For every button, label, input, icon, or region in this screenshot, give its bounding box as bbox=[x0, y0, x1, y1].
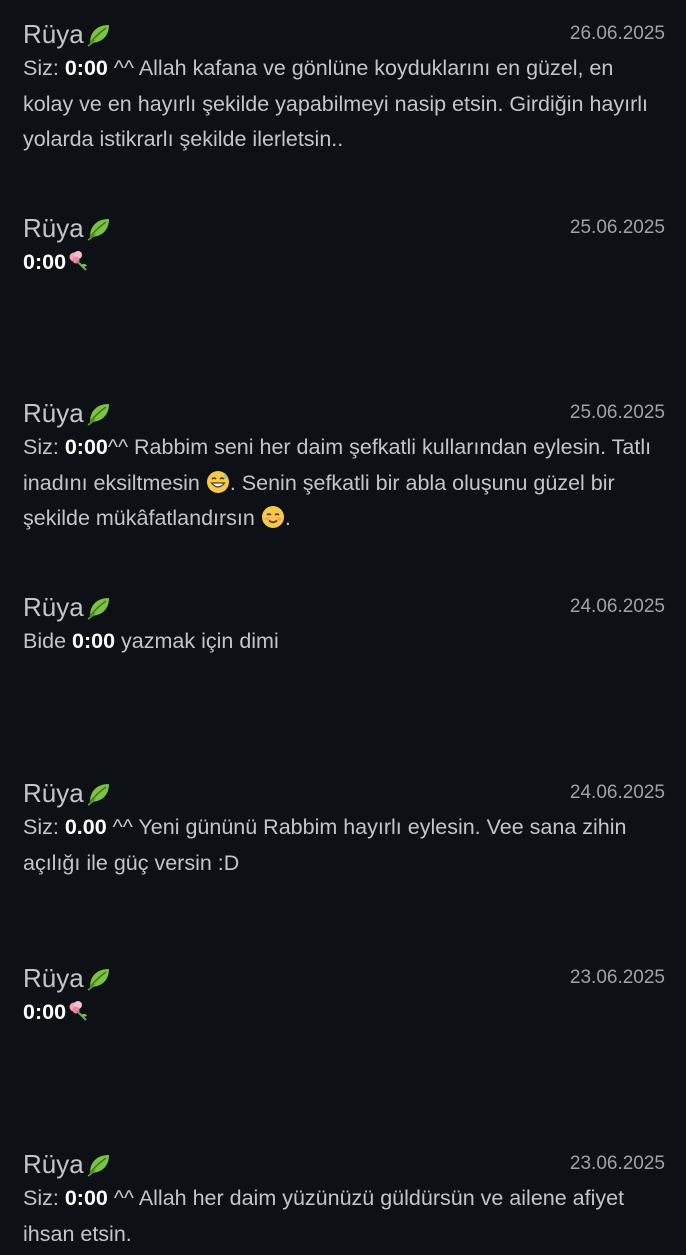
contact-name: Rüya bbox=[23, 1148, 112, 1180]
leaf-icon bbox=[87, 969, 109, 991]
message-date: 23.06.2025 bbox=[569, 1153, 665, 1174]
message-preview: Siz: 0:00^^ Rabbim seni her daim şefkatl… bbox=[23, 435, 652, 530]
message-date: 24.06.2025 bbox=[569, 782, 665, 803]
leaf-icon bbox=[87, 1155, 109, 1177]
contact-name: Rüya bbox=[23, 18, 112, 50]
conversation-header: Rüya 23.06.2025 bbox=[23, 962, 665, 994]
time-value: 0:00 bbox=[23, 250, 67, 274]
contact-name: Rüya bbox=[23, 777, 112, 809]
contact-name: Rüya bbox=[23, 591, 112, 623]
message-preview: Siz: 0.00 ^^ Yeni gününü Rabbim hayırlı … bbox=[23, 815, 627, 875]
conversation-item[interactable]: Rüya 23.06.2025 0:00 bbox=[23, 962, 665, 1031]
message-preview: 0:00 bbox=[23, 995, 665, 1031]
time-value: 0:00 bbox=[64, 435, 108, 459]
time-value: 0:00 bbox=[23, 1000, 67, 1024]
contact-name: Rüya bbox=[23, 212, 112, 244]
conversation-header: Rüya 25.06.2025 bbox=[23, 397, 665, 429]
leaf-icon bbox=[87, 784, 109, 806]
conversation-header: Rüya 24.06.2025 bbox=[23, 777, 665, 809]
conversation-header: Rüya 24.06.2025 bbox=[23, 591, 665, 623]
conversation-item[interactable]: Rüya 24.06.2025 Siz: 0.00 ^^ Yeni gününü… bbox=[23, 777, 665, 881]
time-value: 0:00 bbox=[64, 56, 108, 80]
time-value: 0:00 bbox=[72, 629, 116, 653]
message-preview: Bide 0:00 yazmak için dimi bbox=[23, 629, 279, 653]
grinning-sweat-icon bbox=[206, 470, 229, 493]
message-date: 26.06.2025 bbox=[569, 23, 665, 44]
leaf-icon bbox=[87, 219, 109, 241]
message-preview: Siz: 0:00 ^^ Allah kafana ve gönlüne koy… bbox=[23, 56, 648, 151]
message-date: 24.06.2025 bbox=[569, 596, 665, 617]
message-preview: 0:00 bbox=[23, 245, 665, 281]
conversation-header: Rüya 25.06.2025 bbox=[23, 212, 665, 244]
conversation-item[interactable]: Rüya 25.06.2025 0:00 bbox=[23, 212, 665, 281]
conversation-item[interactable]: Rüya 24.06.2025 Bide 0:00 yazmak için di… bbox=[23, 591, 665, 660]
conversation-item[interactable]: Rüya 25.06.2025 Siz: 0:00^^ Rabbim seni … bbox=[23, 397, 665, 537]
time-value: 0.00 bbox=[64, 815, 107, 839]
flower-icon bbox=[69, 1001, 88, 1021]
conversation-item[interactable]: Rüya 23.06.2025 Siz: 0:00 ^^ Allah her d… bbox=[23, 1148, 665, 1252]
message-date: 25.06.2025 bbox=[569, 217, 665, 238]
conversation-header: Rüya 26.06.2025 bbox=[23, 18, 665, 50]
conversation-header: Rüya 23.06.2025 bbox=[23, 1148, 665, 1180]
message-date: 25.06.2025 bbox=[569, 402, 665, 423]
leaf-icon bbox=[87, 25, 109, 47]
message-preview: Siz: 0:00 ^^ Allah her daim yüzünüzü gül… bbox=[23, 1186, 625, 1246]
flower-icon bbox=[69, 251, 88, 271]
message-date: 23.06.2025 bbox=[569, 967, 665, 988]
conversation-item[interactable]: Rüya 26.06.2025 Siz: 0:00 ^^ Allah kafan… bbox=[23, 18, 665, 158]
time-value: 0:00 bbox=[64, 1186, 108, 1210]
contact-name: Rüya bbox=[23, 397, 112, 429]
contact-name: Rüya bbox=[23, 962, 112, 994]
leaf-icon bbox=[87, 404, 109, 426]
smiling-blush-icon bbox=[261, 506, 284, 528]
leaf-icon bbox=[87, 598, 109, 620]
